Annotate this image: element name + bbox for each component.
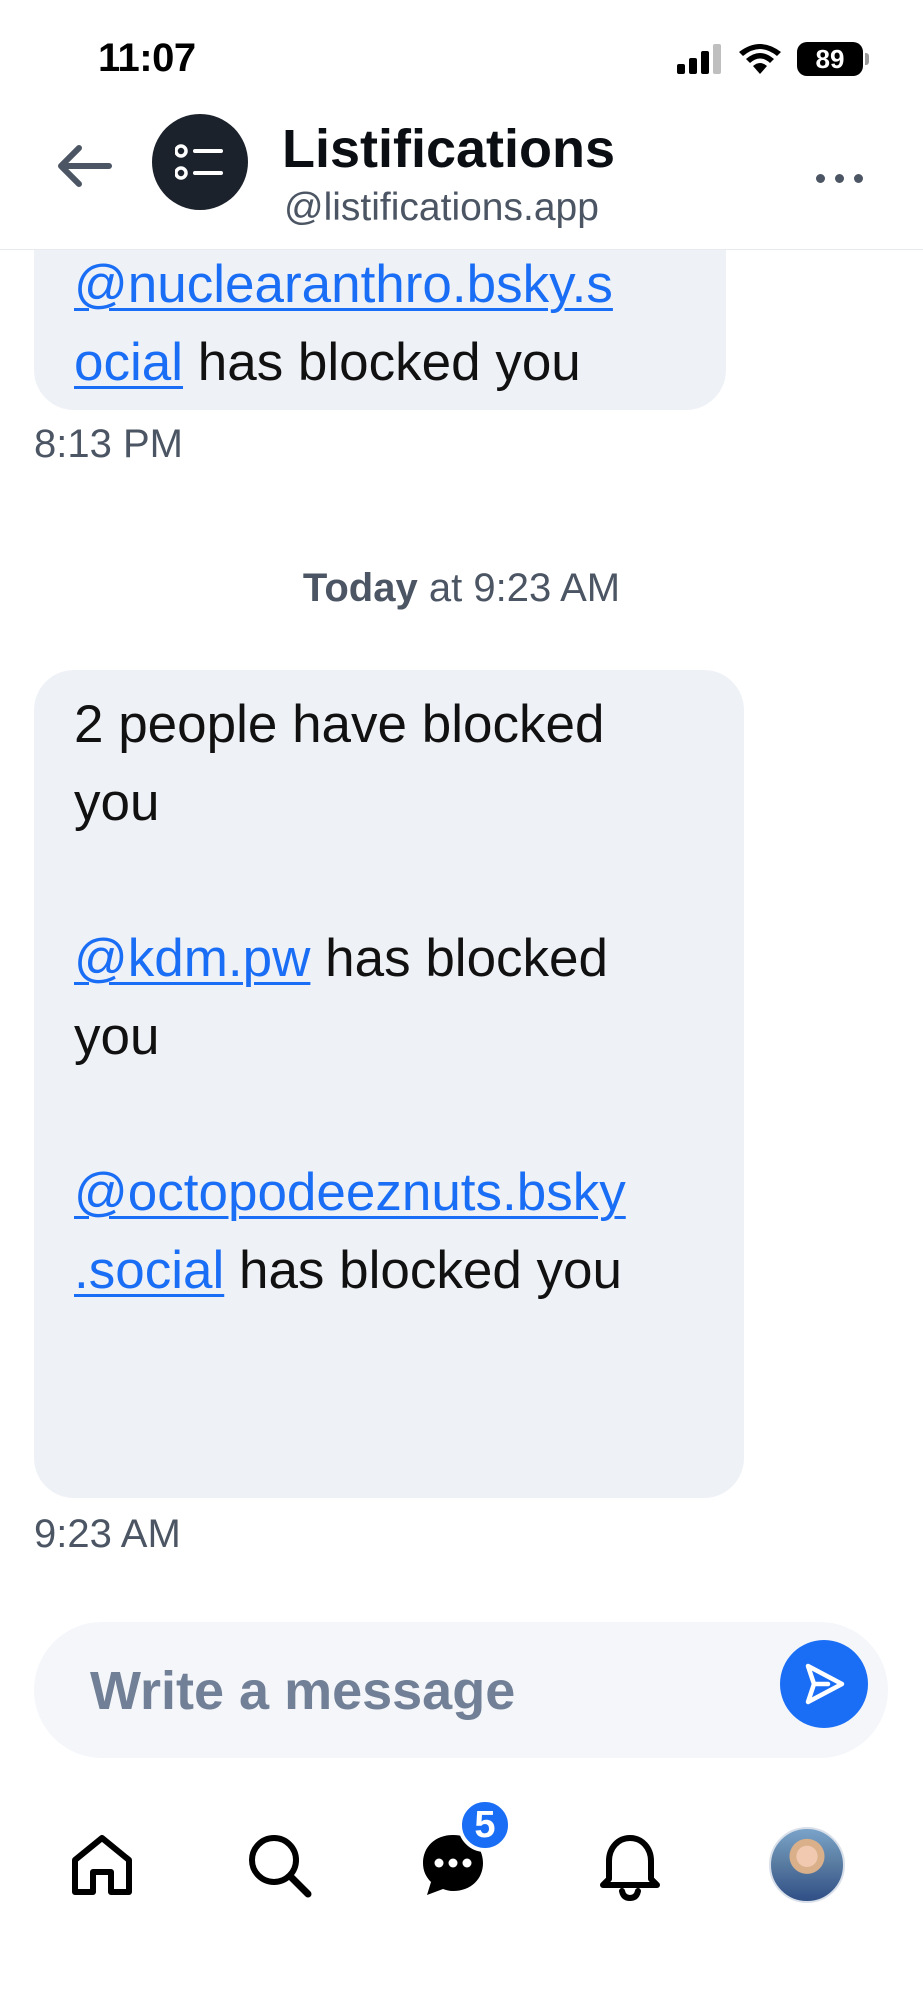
bell-icon [600,1835,660,1901]
wifi-icon [739,44,781,74]
message-bubble: @nuclearanthro.bsky.s ocial has blocked … [34,250,726,410]
mention-link[interactable]: @nuclearanthro.bsky.s [74,255,613,314]
send-icon [805,1663,845,1705]
mention-link[interactable]: .social [74,1241,224,1300]
message-bubble: 2 people have blocked you @kdm.pw has bl… [34,670,744,1498]
send-button[interactable] [780,1640,868,1728]
home-icon [72,1835,132,1895]
message-text: you [74,773,160,832]
nav-notifications[interactable] [585,1820,675,1910]
mention-link[interactable]: @kdm.pw [74,929,310,988]
message-timestamp: 9:23 AM [34,1512,181,1556]
date-separator: Today at 9:23 AM [0,566,923,611]
search-icon [249,1835,312,1898]
list-logo-icon [175,144,223,180]
message-list[interactable]: @nuclearanthro.bsky.s ocial has blocked … [0,250,923,1610]
date-separator-day: Today [302,566,418,610]
message-input[interactable] [90,1656,730,1726]
message-timestamp: 8:13 PM [34,422,183,466]
conversation-header: Listifications @listifications.app [0,110,923,250]
message-text: has blocked you [197,333,581,392]
avatar [769,1827,845,1903]
nav-search[interactable] [234,1820,324,1910]
back-button[interactable] [52,134,116,198]
cellular-signal-icon [677,44,721,74]
battery-indicator: 89 [797,42,869,76]
message-text: has blocked [325,929,608,988]
status-time: 11:07 [98,36,196,80]
nav-chat[interactable]: 5 [408,1798,512,1910]
conversation-title[interactable]: Listifications [282,118,615,180]
message-text: you [74,1007,160,1066]
bottom-navigation: 5 [0,1790,923,1930]
mention-link[interactable]: @octopodeeznuts.bsky [74,1163,626,1222]
mention-link[interactable]: ocial [74,333,183,392]
status-icons: 89 [677,42,869,76]
message-text: has blocked you [238,1241,623,1300]
arrow-left-icon [58,145,112,187]
dot-icon [853,173,863,183]
message-composer [34,1622,888,1758]
dot-icon [815,173,825,183]
message-text: 2 people have blocked [74,695,605,754]
conversation-avatar[interactable] [152,114,248,210]
unread-badge: 5 [458,1798,512,1852]
dm-conversation-screen: 11:07 89 Listifications @listifications.… [0,0,923,2000]
conversation-handle: @listifications.app [284,186,599,229]
status-bar: 11:07 89 [0,0,923,110]
more-options-button[interactable] [807,158,871,198]
date-separator-time: at 9:23 AM [428,566,621,610]
nav-profile[interactable] [762,1820,852,1910]
nav-home[interactable] [57,1820,147,1910]
dot-icon [834,173,844,183]
